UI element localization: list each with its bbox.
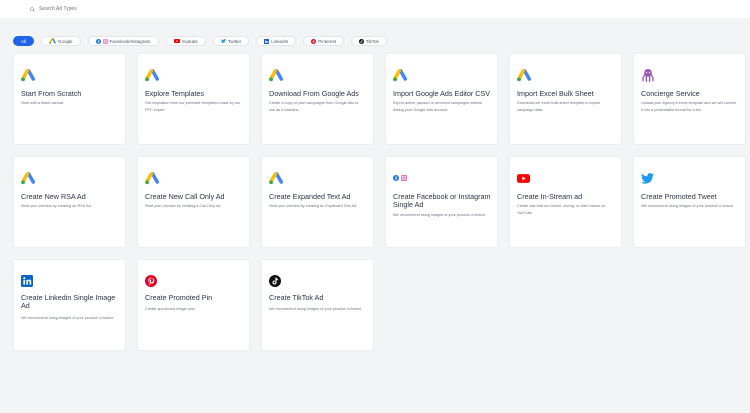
tiktok-icon bbox=[358, 38, 364, 44]
google-ads-icon bbox=[21, 68, 35, 81]
search-bar bbox=[0, 0, 750, 18]
card-description: Upload your Agency's excel template and … bbox=[641, 101, 737, 112]
card-title: Create New Call Only Ad bbox=[145, 192, 225, 201]
octopus-icon bbox=[642, 69, 654, 82]
youtube-icon bbox=[517, 173, 530, 183]
card-description: We recommend using images of your produc… bbox=[393, 213, 486, 217]
card-title: Create New RSA Ad bbox=[21, 192, 86, 201]
filter-tiktok[interactable]: TikTok bbox=[350, 36, 387, 46]
google-ads-icon bbox=[269, 68, 283, 81]
card-description: Start with a blank canvas. bbox=[21, 101, 65, 105]
card-title: Create Linkedin Single Image Ad bbox=[21, 293, 116, 310]
card-title: Explore Templates bbox=[145, 89, 204, 98]
card-title: Create Expanded Text Ad bbox=[269, 192, 351, 201]
filter-twitter[interactable]: Twitter bbox=[212, 36, 250, 46]
filter-youtube-label: Youtube bbox=[181, 38, 198, 44]
card-title: Download From Google Ads bbox=[269, 89, 359, 98]
google-ads-icon bbox=[21, 171, 35, 184]
filter-all-label: All bbox=[21, 38, 27, 44]
card-explore-templates[interactable]: Explore Templates Get inspiration from o… bbox=[137, 53, 250, 145]
card-create-expanded-text-ad[interactable]: Create Expanded Text Ad Start your previ… bbox=[261, 156, 374, 248]
card-title: Create In-Stream ad bbox=[517, 192, 583, 201]
search-input[interactable] bbox=[39, 6, 159, 12]
filter-tiktok-label: TikTok bbox=[365, 38, 379, 44]
instagram-icon bbox=[102, 38, 108, 44]
google-ads-icon bbox=[145, 171, 159, 184]
card-description: We recommend using images of your produc… bbox=[21, 316, 114, 320]
card-description: Get inspiration from our premade templat… bbox=[145, 101, 241, 112]
card-description: Create ads that run before, during, or a… bbox=[517, 204, 606, 215]
google-ads-icon bbox=[145, 68, 159, 81]
card-description: We recommend using images of your produc… bbox=[641, 204, 734, 208]
card-create-in-stream-ad[interactable]: Create In-Stream ad Create ads that run … bbox=[509, 156, 622, 248]
card-description: Create sponsored image pins. bbox=[145, 307, 196, 311]
google-ads-icon bbox=[517, 68, 531, 81]
card-concierge-service[interactable]: Concierge Service Upload your Agency's e… bbox=[633, 53, 746, 145]
filter-all[interactable]: All bbox=[13, 36, 35, 46]
instagram-icon bbox=[401, 175, 407, 181]
filter-pinterest[interactable]: Pinterest bbox=[303, 36, 344, 46]
card-import-excel-bulk-sheet[interactable]: Import Excel Bulk Sheet Download our exc… bbox=[509, 53, 622, 145]
google-ads-icon bbox=[269, 171, 283, 184]
search-box[interactable] bbox=[30, 6, 159, 12]
card-create-promoted-tweet[interactable]: Create Promoted Tweet We recommend using… bbox=[633, 156, 746, 248]
card-description: Export active, paused or removed campaig… bbox=[393, 101, 483, 112]
twitter-icon bbox=[641, 172, 654, 184]
card-description: Start your preview by creating an RSA Ad… bbox=[21, 204, 92, 208]
card-description: Start your preview by creating a Call On… bbox=[145, 204, 222, 208]
filter-youtube[interactable]: Youtube bbox=[165, 36, 206, 46]
card-download-from-google-ads[interactable]: Download From Google Ads Create a copy o… bbox=[261, 53, 374, 145]
card-create-new-rsa-ad[interactable]: Create New RSA Ad Start your preview by … bbox=[13, 156, 126, 248]
filter-linkedin-label: LinkedIn bbox=[271, 38, 289, 44]
filter-linkedin[interactable]: LinkedIn bbox=[256, 36, 297, 46]
facebook-icon bbox=[95, 38, 101, 44]
filter-google[interactable]: Google bbox=[41, 36, 81, 46]
filter-facebook-instagram-label: Facebook/Instagram bbox=[109, 38, 151, 44]
card-create-new-call-only-ad[interactable]: Create New Call Only Ad Start your previ… bbox=[137, 156, 250, 248]
tiktok-icon bbox=[269, 275, 281, 287]
card-description: Create a copy of your campaigns from Goo… bbox=[269, 101, 359, 112]
google-ads-icon bbox=[49, 38, 56, 44]
card-create-promoted-pin[interactable]: Create Promoted Pin Create sponsored ima… bbox=[137, 259, 250, 351]
card-title: Create TikTok Ad bbox=[269, 293, 324, 302]
card-description: Download our excel bulk sheet template t… bbox=[517, 101, 601, 112]
pinterest-icon bbox=[311, 38, 317, 44]
card-create-tiktok-ad[interactable]: Create TikTok Ad We recommend using imag… bbox=[261, 259, 374, 351]
card-title: Import Google Ads Editor CSV bbox=[393, 89, 491, 98]
card-description: We recommend using images of your produc… bbox=[269, 307, 362, 311]
facebook-icon bbox=[393, 175, 399, 181]
search-icon bbox=[30, 6, 35, 12]
filter-pinterest-label: Pinterest bbox=[318, 38, 336, 44]
card-import-google-ads-editor-csv[interactable]: Import Google Ads Editor CSV Export acti… bbox=[385, 53, 498, 145]
platform-filter-bar: All Google Facebook/Instagram Youtube Tw bbox=[13, 36, 394, 46]
card-create-linkedin-single-image-ad[interactable]: Create Linkedin Single Image Ad We recom… bbox=[13, 259, 126, 351]
youtube-icon bbox=[173, 39, 180, 43]
card-start-from-scratch[interactable]: Start From Scratch Start with a blank ca… bbox=[13, 53, 126, 145]
google-ads-icon bbox=[393, 68, 407, 81]
linkedin-icon bbox=[21, 275, 33, 287]
card-create-facebook-instagram-single-ad[interactable]: Create Facebook or Instagram Single Ad W… bbox=[385, 156, 498, 248]
card-title: Start From Scratch bbox=[21, 89, 82, 98]
filter-google-label: Google bbox=[58, 38, 73, 44]
card-description: Start your preview by creating an Expand… bbox=[269, 204, 358, 208]
filter-facebook-instagram[interactable]: Facebook/Instagram bbox=[87, 36, 159, 46]
card-title: Create Promoted Tweet bbox=[641, 192, 717, 201]
card-title: Concierge Service bbox=[641, 89, 700, 98]
filter-twitter-label: Twitter bbox=[227, 38, 242, 44]
ad-type-grid: Start From Scratch Start with a blank ca… bbox=[13, 53, 747, 353]
card-title: Create Facebook or Instagram Single Ad bbox=[393, 192, 491, 209]
linkedin-icon bbox=[264, 38, 270, 44]
card-title: Create Promoted Pin bbox=[145, 293, 213, 302]
twitter-icon bbox=[221, 39, 226, 43]
pinterest-icon bbox=[145, 275, 157, 287]
card-title: Import Excel Bulk Sheet bbox=[517, 89, 594, 98]
